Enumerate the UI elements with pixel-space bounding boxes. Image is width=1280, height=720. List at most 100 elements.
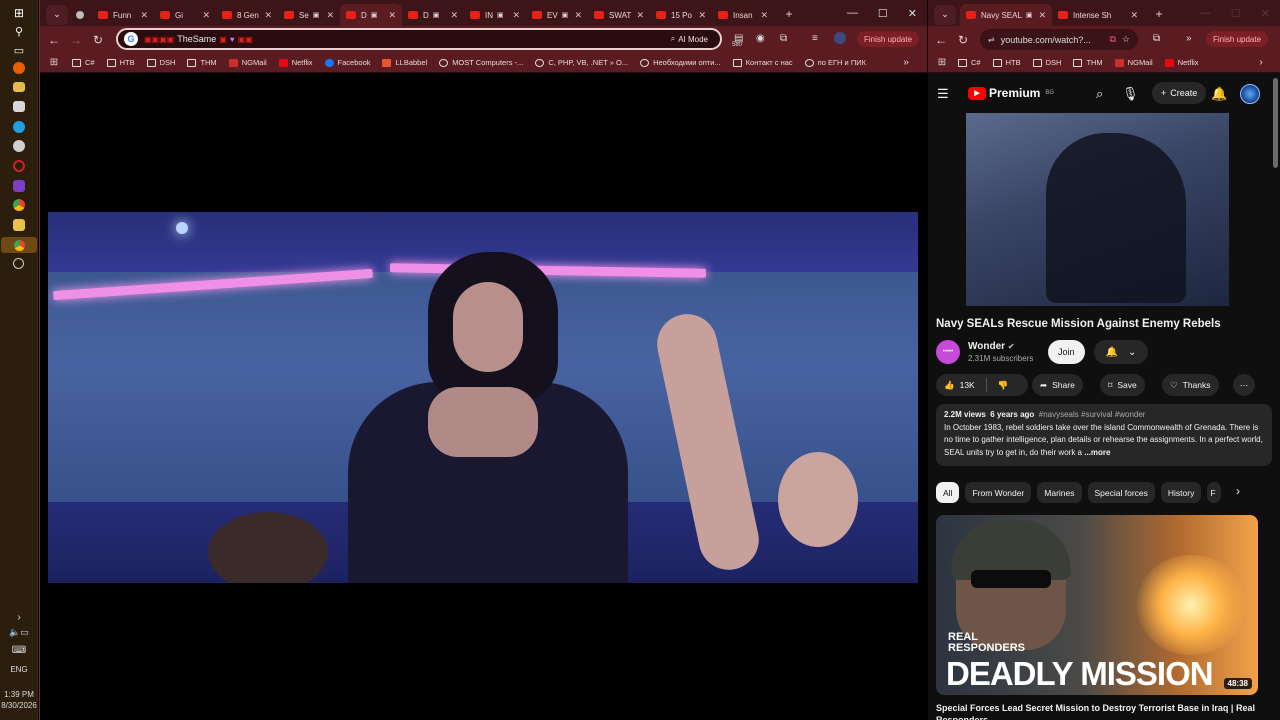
chevron-right-icon[interactable]: ›: [0, 612, 38, 623]
media-icon[interactable]: ≡: [812, 33, 818, 44]
apps-grid-icon[interactable]: ⊞: [46, 57, 62, 68]
bookmark-link[interactable]: MOST Computers -...: [439, 58, 523, 67]
channel-name[interactable]: Wonder ✔: [968, 341, 1015, 352]
clock-date[interactable]: 8/30/2026: [0, 701, 38, 710]
tab-5-active[interactable]: D ▣ ✕: [340, 4, 402, 26]
menu-icon[interactable]: ☰: [937, 86, 949, 102]
tab-search-icon[interactable]: ⌄: [46, 4, 68, 25]
chrome-icon[interactable]: [13, 199, 25, 211]
tab-11[interactable]: Insan ✕: [712, 4, 774, 26]
edge-icon[interactable]: [13, 121, 25, 133]
search-icon[interactable]: ⚲: [11, 23, 27, 39]
more-actions-button[interactable]: ⋯: [1233, 374, 1255, 396]
omnibox[interactable]: G ▣▣▣▣ TheSame ▣ ♥ ▣▣ ⌕ AI Mode: [116, 28, 722, 50]
language-indicator[interactable]: ENG: [0, 665, 38, 674]
maximize-icon[interactable]: ☐: [878, 7, 888, 20]
bookmark-link[interactable]: NGMail: [228, 58, 267, 67]
close-icon[interactable]: ✕: [384, 10, 396, 21]
new-tab-icon[interactable]: +: [1148, 7, 1170, 21]
tab-6[interactable]: D ▣ ✕: [402, 4, 464, 26]
close-window-icon[interactable]: ✕: [908, 7, 917, 20]
chip-all[interactable]: All: [936, 482, 960, 503]
account-avatar[interactable]: [1240, 84, 1260, 104]
pinned-tab[interactable]: [72, 4, 92, 26]
tab-7[interactable]: IN ▣ ✕: [464, 4, 526, 26]
close-icon[interactable]: ✕: [694, 10, 706, 21]
new-tab-icon[interactable]: +: [778, 7, 800, 21]
thanks-button[interactable]: ♡ Thanks: [1162, 374, 1219, 396]
forward-icon[interactable]: →: [65, 33, 87, 47]
tab-1[interactable]: Funn ✕: [92, 4, 154, 26]
video-player[interactable]: [966, 113, 1229, 306]
close-icon[interactable]: ✕: [446, 10, 458, 21]
minimize-icon[interactable]: —: [1200, 7, 1211, 19]
channel-avatar[interactable]: •••••: [936, 340, 960, 364]
reload-icon[interactable]: ↻: [952, 33, 974, 47]
tab-search-icon[interactable]: ⌄: [934, 4, 956, 25]
bookmark-link[interactable]: Facebook: [324, 58, 370, 67]
bookmark-folder[interactable]: C#: [72, 58, 95, 67]
close-icon[interactable]: ✕: [136, 10, 148, 21]
chip-special-forces[interactable]: Special forces: [1087, 482, 1155, 503]
incognito-icon[interactable]: ◉: [756, 33, 765, 44]
extensions-puzzle-icon[interactable]: ⧉: [780, 33, 787, 44]
tab-10[interactable]: 15 Po ✕: [650, 4, 712, 26]
tab-8[interactable]: EV ▣ ✕: [526, 4, 588, 26]
create-button[interactable]: + Create: [1152, 82, 1207, 104]
address-bar[interactable]: ⇌ youtube.com/watch?... ⧉ ☆: [980, 29, 1138, 50]
keyboard-icon[interactable]: ⌨: [0, 645, 38, 656]
clock-icon[interactable]: [13, 258, 24, 269]
bookmark-link[interactable]: LLBabbel: [382, 58, 427, 67]
scrollbar[interactable]: [1273, 78, 1278, 168]
files-icon[interactable]: [13, 82, 25, 92]
bookmark-link[interactable]: C, PHP, VB, .NET » O...: [535, 58, 628, 67]
chevron-right-icon[interactable]: ›: [1236, 484, 1240, 498]
windows-icon[interactable]: ⊞: [11, 5, 27, 21]
chip-history[interactable]: History: [1160, 482, 1202, 503]
bookmark-folder[interactable]: THM: [187, 58, 217, 67]
tab-9[interactable]: SWAT ✕: [588, 4, 650, 26]
join-button[interactable]: Join: [1048, 340, 1085, 364]
more-bookmarks-icon[interactable]: ›: [1250, 57, 1272, 68]
profile-avatar[interactable]: [834, 32, 846, 44]
subscribed-bell-button[interactable]: 🔔 ⌄: [1094, 340, 1148, 364]
close-icon[interactable]: ✕: [322, 10, 334, 21]
hashtags[interactable]: #navyseals #survival #wonder: [1039, 410, 1146, 419]
close-icon[interactable]: ✕: [508, 10, 520, 21]
back-icon[interactable]: ←: [930, 33, 952, 47]
description-box[interactable]: 2.2M views 6 years ago #navyseals #survi…: [936, 404, 1272, 466]
tab-2[interactable]: Gi ✕: [154, 4, 216, 26]
tab-navy-seal[interactable]: Navy SEAL ▣ ✕: [960, 4, 1052, 26]
ai-mode-button[interactable]: ⌕ AI Mode: [665, 32, 714, 46]
close-icon[interactable]: ✕: [632, 10, 644, 21]
opera-icon[interactable]: [13, 160, 25, 172]
bookmark-folder[interactable]: DSH: [1032, 58, 1061, 67]
bookmark-link[interactable]: Контакт с нас: [732, 58, 793, 67]
reload-icon[interactable]: ↻: [87, 33, 109, 47]
task-view-icon[interactable]: ▭: [11, 42, 27, 58]
bookmark-link[interactable]: NGMail: [1114, 58, 1153, 67]
tab-3[interactable]: 8 Gen ✕: [216, 4, 278, 26]
close-icon[interactable]: ✕: [1126, 10, 1138, 21]
notes-icon[interactable]: [13, 219, 25, 231]
chrome-beta-icon[interactable]: [13, 140, 25, 152]
chip-from-wonder[interactable]: From Wonder: [965, 482, 1032, 503]
close-window-icon[interactable]: ✕: [1261, 7, 1270, 20]
microphone-icon[interactable]: 🎙: [1122, 86, 1139, 102]
bookmark-folder[interactable]: C#: [958, 58, 981, 67]
video-frame[interactable]: [48, 212, 918, 583]
bookmark-link[interactable]: Необходими опти...: [640, 58, 721, 67]
bookmark-star-icon[interactable]: ☆: [1122, 34, 1130, 45]
finish-update-button[interactable]: Finish update: [1206, 31, 1269, 47]
paint-icon[interactable]: [13, 101, 25, 112]
search-icon[interactable]: ⌕: [1096, 86, 1103, 102]
bookmark-folder[interactable]: THM: [1073, 58, 1103, 67]
close-icon[interactable]: ✕: [198, 10, 210, 21]
share-button[interactable]: ➦ Share: [1032, 374, 1083, 396]
more-tools-icon[interactable]: »: [1186, 33, 1192, 44]
clock-time[interactable]: 1:39 PM: [0, 690, 38, 699]
close-icon[interactable]: ✕: [260, 10, 272, 21]
save-button[interactable]: ⌑ Save: [1100, 374, 1145, 396]
firefox-icon[interactable]: [13, 62, 25, 74]
onenote-icon[interactable]: [13, 180, 25, 192]
